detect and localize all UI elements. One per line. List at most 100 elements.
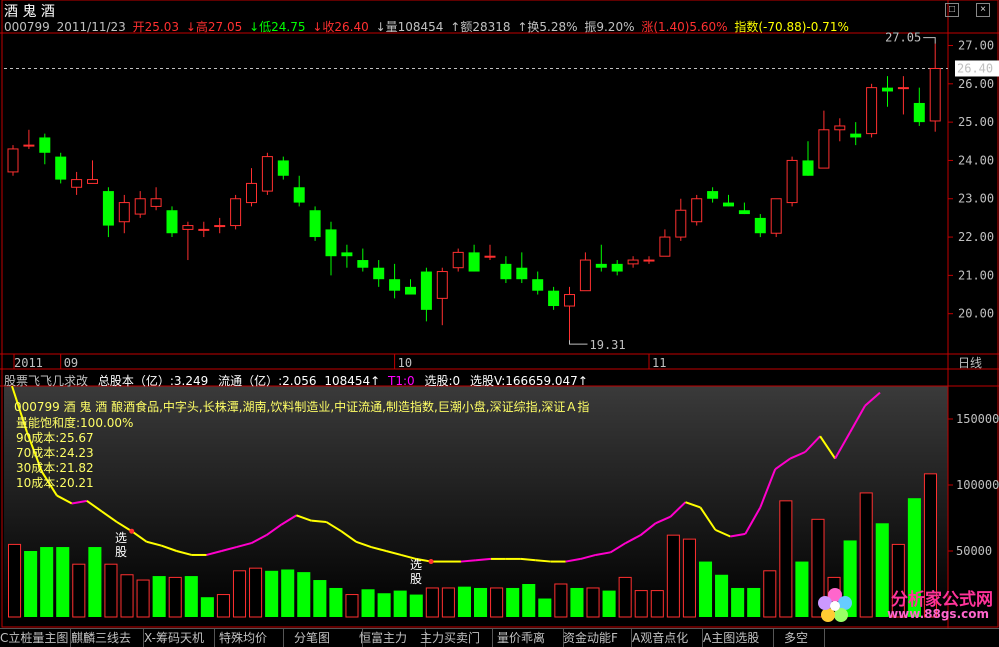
indicator-title[interactable]: 股票飞飞几求改	[4, 374, 88, 388]
price-axis-label-2: 25.00	[958, 115, 994, 129]
candle-body	[309, 210, 321, 238]
candle-body	[484, 255, 496, 258]
candle-body	[246, 182, 257, 204]
price-axis-label-1: 26.00	[958, 77, 994, 91]
indicator-line-segment	[460, 559, 477, 563]
change-value: 涨(1.40)5.60%	[641, 20, 728, 34]
close-button[interactable]: ×	[976, 3, 990, 17]
volume-bar	[570, 587, 584, 617]
candle-body	[548, 290, 560, 307]
volume-bar	[329, 587, 343, 617]
tab-5[interactable]: 恒富主力	[353, 629, 426, 647]
volume-bar	[538, 598, 552, 617]
volume-bar	[24, 551, 38, 617]
volume-bar	[313, 580, 327, 617]
volume-bar	[168, 576, 182, 618]
candle-body	[564, 294, 575, 307]
candle-body	[357, 260, 369, 268]
quote-date: 2011/11/23	[56, 20, 126, 34]
restore-button[interactable]: □	[945, 3, 959, 17]
price-axis-label-6: 21.00	[958, 268, 994, 282]
volume-bar	[763, 570, 777, 618]
volume-bar	[8, 543, 22, 618]
candle-body	[707, 191, 719, 199]
candle-body	[786, 159, 798, 204]
volume-bar	[232, 570, 247, 618]
industry-tags: 000799 酒 鬼 酒 酿酒食品,中字头,长株潭,湖南,饮料制造业,中证流通,…	[14, 400, 590, 414]
indicator-line-segment	[535, 559, 551, 563]
close-price: ↓收26.40	[312, 20, 369, 34]
tab-0[interactable]: C立桩量主图	[0, 629, 71, 647]
volume-bar	[554, 583, 568, 618]
float-shares: 流通（亿）:2.056	[218, 374, 317, 388]
tab-9[interactable]: A观音点化	[632, 629, 703, 647]
candle-body	[7, 148, 19, 173]
time-axis-month-1: 10	[398, 356, 412, 370]
indicator-line-segment	[311, 519, 327, 523]
indicator-tab-bar: C立桩量主图 麒麟三线去 X-筹码天机 特殊均价 分笔图 恒富主力 主力买卖门 …	[0, 628, 999, 647]
candle-body	[325, 229, 337, 257]
indicator-header: 股票飞飞几求改 总股本（亿）:3.249 流通（亿）:2.056 108454↑…	[4, 372, 588, 389]
tab-7[interactable]: 量价乖离	[493, 629, 564, 647]
tab-10[interactable]: A主图选股	[703, 629, 774, 647]
candle-body	[214, 225, 226, 228]
tab-8[interactable]: 资金动能F	[563, 629, 632, 647]
volume-bar	[409, 594, 423, 617]
volume-bar	[779, 500, 793, 618]
signal-label-2: 选股	[410, 558, 423, 586]
volume-bar	[104, 563, 118, 618]
tab-3[interactable]: 特殊均价	[215, 629, 284, 647]
candle-body	[198, 228, 210, 231]
indicator-select: 选股:0	[424, 374, 461, 388]
candle-body	[500, 263, 512, 280]
indicator-t1: T1:0	[388, 374, 415, 388]
candle-body	[134, 198, 146, 215]
volume-bar	[490, 587, 504, 618]
tab-1[interactable]: 麒麟三线去	[71, 629, 144, 647]
candle-body	[118, 202, 130, 223]
time-axis-month-0: 09	[64, 356, 78, 370]
tab-2[interactable]: X-筹码天机	[144, 629, 215, 647]
volume-bar	[602, 590, 616, 617]
tab-4[interactable]: 分笔图	[284, 629, 363, 647]
tab-11[interactable]: 多空	[780, 629, 825, 647]
indicator-line-segment	[475, 557, 491, 562]
volume-axis-label-0: 150000	[956, 412, 999, 426]
volume-bar	[506, 587, 520, 617]
high-price: ↓高27.05	[185, 20, 243, 34]
candle-body	[834, 125, 846, 131]
candle-body	[71, 179, 83, 188]
signal-dot	[428, 559, 434, 565]
open-price: 开25.03	[132, 20, 179, 34]
current-price-label: 26.40	[957, 61, 993, 75]
candle-body	[643, 259, 655, 262]
volume-bar	[650, 590, 664, 618]
candle-body	[341, 252, 353, 257]
candle-body	[818, 129, 830, 169]
volume-bar	[361, 589, 375, 617]
volume-bar	[586, 587, 600, 618]
chart-canvas[interactable]: 27.00 26.00 25.00 24.00 23.00 22.00 21.00 20.00…	[0, 0, 999, 647]
candle-body	[882, 87, 893, 92]
indicator-line-segment	[520, 557, 536, 562]
time-axis-month-2: 11	[652, 356, 666, 370]
volume-bar	[281, 569, 295, 617]
signal-label-1: 选股	[115, 531, 128, 559]
volume-bar	[747, 587, 761, 617]
volume-axis-label-2: 50000	[956, 544, 992, 558]
candle-body	[723, 202, 734, 207]
price-axis-label-0: 27.00	[958, 38, 994, 52]
volume-bar	[136, 579, 150, 618]
volume-bar	[345, 594, 359, 618]
candle-body	[230, 198, 242, 227]
candle-body	[659, 236, 671, 257]
volume-bar	[457, 586, 471, 617]
low-annotation: 19.31	[590, 338, 626, 352]
low-marker-line	[569, 340, 588, 345]
candle-body	[182, 225, 194, 230]
turnover-value: ↑换5.28%	[517, 20, 578, 34]
volume-bar	[425, 587, 439, 618]
candle-body	[532, 279, 544, 291]
volume-bar	[120, 574, 134, 618]
tab-6[interactable]: 主力买卖门	[420, 629, 493, 647]
